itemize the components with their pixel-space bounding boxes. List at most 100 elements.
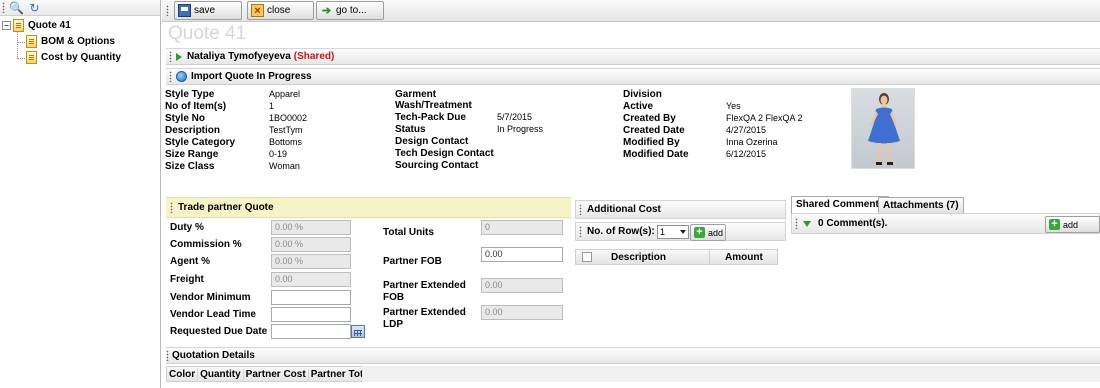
column-header-amount[interactable]: Amount (725, 252, 763, 263)
partner-extended-fob-field: 0.00 (481, 278, 563, 293)
save-icon (178, 4, 191, 17)
quotation-details-title: Quotation Details (172, 350, 255, 361)
detail-label: No of Item(s) (165, 101, 227, 112)
add-label: add (1063, 219, 1079, 230)
section-grip[interactable] (170, 202, 173, 213)
tree-node-bom-options[interactable]: BOM & Options (26, 35, 115, 48)
column-header-color[interactable]: Color (167, 368, 199, 380)
tree-node-label: Quote 41 (28, 20, 71, 31)
toolbar-grip[interactable] (2, 2, 5, 13)
detail-label: Tech Design Contact (395, 148, 494, 159)
product-image[interactable] (851, 88, 915, 169)
tree-node-cost-by-quantity[interactable]: Cost by Quantity (26, 51, 121, 64)
collapse-toggle-icon[interactable]: − (2, 21, 11, 30)
detail-value: 1BO0002 (269, 113, 308, 123)
detail-value: 6/12/2015 (726, 149, 767, 159)
vendor-minimum-field[interactable] (271, 290, 351, 305)
section-grip[interactable] (795, 218, 798, 229)
column-header-description[interactable]: Description (611, 252, 666, 263)
add-label: add (708, 227, 724, 238)
chevron-down-icon (680, 230, 686, 234)
goto-button[interactable]: ➔ go to... (316, 1, 384, 20)
field-label: Vendor Minimum (170, 292, 251, 303)
go-to-arrow-icon: ➔ (321, 5, 332, 17)
trade-partner-title: Trade partner Quote (178, 202, 274, 213)
tab-attachments[interactable]: Attachments (7) (878, 197, 964, 213)
section-grip[interactable] (166, 350, 169, 361)
detail-label: Garment (395, 89, 437, 100)
vendor-lead-time-field[interactable] (271, 307, 351, 322)
section-grip[interactable] (169, 51, 172, 62)
field-label: Requested Due Date (170, 326, 268, 337)
status-bar[interactable]: Import Quote In Progress (166, 68, 1100, 85)
owner-name: Nataliya Tymofyeyeva (187, 51, 291, 62)
section-grip[interactable] (579, 204, 582, 215)
detail-value: Inna Ozerina (726, 137, 778, 147)
partner-extended-ldp-field: 0.00 (481, 305, 563, 320)
field-label: Commission % (170, 239, 242, 250)
tree-node-quote[interactable]: − Quote 41 (2, 19, 71, 32)
detail-label: Description (165, 125, 221, 136)
dress-model-image (868, 93, 900, 165)
rows-select[interactable]: 1 (657, 225, 689, 239)
refresh-icon[interactable]: ↻ (28, 1, 41, 15)
additional-cost-title: Additional Cost (587, 204, 661, 215)
detail-label: Modified Date (623, 149, 689, 160)
detail-label: Created Date (623, 125, 685, 136)
rows-label: No. of Row(s): (587, 226, 655, 237)
field-label: Partner Extended FOB (383, 280, 466, 303)
tree-connector (17, 31, 18, 59)
detail-value: 4/27/2015 (726, 125, 767, 135)
close-button[interactable]: × close (247, 1, 314, 20)
rows-select-value: 1 (660, 227, 666, 237)
calendar-icon[interactable] (351, 325, 365, 338)
section-grip[interactable] (169, 71, 172, 82)
detail-value: Woman (269, 161, 300, 171)
detail-value: Yes (726, 101, 741, 111)
detail-label: Tech-Pack Due (395, 112, 466, 123)
select-all-checkbox[interactable] (582, 252, 592, 262)
status-label: Import Quote In Progress (191, 71, 312, 82)
expand-arrow-icon[interactable] (176, 52, 182, 61)
partner-fob-field[interactable]: 0.00 (481, 247, 563, 262)
save-label: save (194, 5, 216, 16)
plus-icon: + (694, 227, 705, 238)
shared-badge: (Shared) (293, 51, 335, 62)
requested-due-date-field[interactable] (271, 324, 351, 339)
column-header-partner-cost[interactable]: Partner Cost (244, 368, 309, 380)
navigation-tree-panel: 🔍 ↻ − Quote 41 BOM & Options Cost by Qua… (0, 0, 161, 388)
detail-label: Sourcing Contact (395, 160, 479, 171)
detail-label: Modified By (623, 137, 680, 148)
main-content: save × close ➔ go to... Quote 41 Nataliy… (162, 0, 1100, 388)
tree-node-label: Cost by Quantity (41, 52, 122, 63)
add-comment-button[interactable]: + add (1045, 216, 1100, 233)
field-label: Agent % (170, 256, 210, 267)
toolbar-grip[interactable] (166, 5, 169, 16)
detail-value: FlexQA 2 FlexQA 2 (726, 113, 803, 123)
tree-connector (17, 58, 25, 59)
globe-icon (176, 71, 187, 82)
tree-node-label: BOM & Options (41, 36, 115, 47)
search-icon[interactable]: 🔍 (9, 1, 24, 15)
duty-field: 0.00 % (271, 220, 351, 235)
close-label: close (267, 5, 291, 16)
comment-count: 0 Comment(s). (818, 218, 888, 229)
collapse-arrow-icon[interactable] (803, 220, 811, 227)
field-label: Vendor Lead Time (170, 309, 256, 320)
save-button[interactable]: save (174, 1, 242, 20)
tree-connector (17, 42, 25, 43)
detail-label: Design Contact (395, 136, 469, 147)
section-grip[interactable] (579, 226, 582, 237)
tree-toolbar: 🔍 ↻ (0, 0, 160, 16)
field-label: Total Units (383, 227, 434, 238)
tab-shared-comments[interactable]: Shared Comments (791, 196, 890, 213)
owner-bar[interactable]: Nataliya Tymofyeyeva (Shared) (166, 48, 1100, 65)
detail-value: Apparel (269, 89, 301, 99)
add-cost-row-button[interactable]: + add (690, 224, 726, 241)
agent-field: 0.00 % (271, 254, 351, 269)
detail-value: Bottoms (269, 137, 303, 147)
column-header-quantity[interactable]: Quantity (198, 368, 244, 380)
detail-label: Wash/Treatment (395, 100, 472, 111)
detail-value: In Progress (497, 124, 544, 134)
detail-value: TestTym (269, 125, 303, 135)
